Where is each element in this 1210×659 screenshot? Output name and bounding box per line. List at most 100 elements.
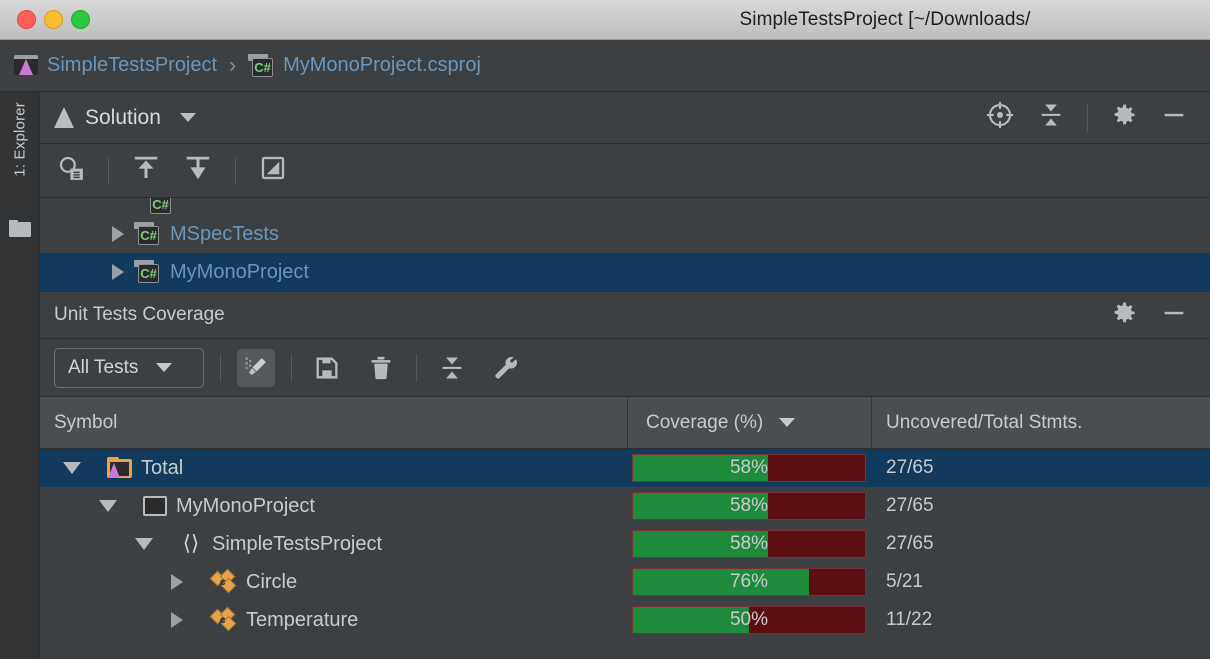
tree-row-mymonoproject[interactable]: C# MyMonoProject (40, 253, 1210, 291)
row-symbol-label: MyMonoProject (176, 495, 315, 518)
solution-tree: C# C# MSpecTests C# MyMonoProject (40, 198, 1210, 291)
cell-symbol: c Circle (40, 571, 628, 594)
export-snapshot-button[interactable] (308, 349, 346, 387)
hide-icon[interactable] (1160, 101, 1188, 134)
cell-symbol: c Temperature (40, 609, 628, 632)
expander-right-icon[interactable] (171, 574, 183, 590)
class-icon: c (211, 609, 237, 631)
solution-toolbar (40, 144, 1210, 198)
column-header-coverage[interactable]: Coverage (%) (628, 397, 872, 448)
breadcrumb-solution-label: SimpleTestsProject (47, 54, 217, 77)
left-tool-strip: 1: Explorer (0, 92, 40, 659)
cell-uncovered: 27/65 (872, 533, 1210, 555)
coverage-bar: 58% (632, 530, 866, 558)
main-area: Solution (40, 92, 1210, 659)
hide-icon[interactable] (1160, 299, 1188, 332)
chevron-down-icon[interactable] (180, 113, 196, 122)
coverage-bar: 76% (632, 568, 866, 596)
table-row[interactable]: Total 58% 27/65 (40, 449, 1210, 487)
expander-right-icon[interactable] (112, 226, 124, 242)
import-icon[interactable] (183, 153, 213, 188)
cell-coverage: 58% (628, 492, 872, 520)
expander-down-icon[interactable] (99, 500, 117, 512)
csharp-project-icon: C# (134, 222, 160, 246)
test-filter-dropdown[interactable]: All Tests (54, 348, 204, 388)
column-header-symbol[interactable]: Symbol (40, 397, 628, 448)
window-title: SimpleTestsProject [~/Downloads/ (0, 9, 1210, 31)
gear-icon[interactable] (1110, 101, 1138, 134)
locate-icon[interactable] (985, 100, 1015, 135)
divider (291, 354, 292, 382)
search-everywhere-icon[interactable] (56, 153, 86, 188)
divider (235, 157, 236, 185)
solution-folder-icon (107, 457, 132, 479)
expander-down-icon[interactable] (135, 538, 153, 550)
cell-uncovered: 11/22 (872, 609, 1210, 631)
chevron-down-icon (779, 418, 795, 427)
coverage-toolbar: All Tests (40, 339, 1210, 397)
tree-row-partial[interactable]: C# (40, 198, 1210, 215)
gear-icon[interactable] (1110, 299, 1138, 332)
csharp-project-icon: C# (146, 198, 172, 215)
expander-down-icon[interactable] (63, 462, 81, 474)
column-header-coverage-label: Coverage (%) (646, 412, 763, 434)
csharp-project-icon: C# (134, 260, 160, 284)
table-row[interactable]: MyMonoProject 58% 27/65 (40, 487, 1210, 525)
table-row[interactable]: c Circle 76% 5/21 (40, 563, 1210, 601)
breadcrumb: SimpleTestsProject › C# MyMonoProject.cs… (0, 40, 1210, 92)
divider (220, 354, 221, 382)
test-filter-label: All Tests (68, 357, 138, 379)
window-title-bar: SimpleTestsProject [~/Downloads/ (0, 0, 1210, 40)
collapse-all-button[interactable] (433, 349, 471, 387)
show-code-highlighting-button[interactable] (237, 349, 275, 387)
coverage-bar: 58% (632, 454, 866, 482)
column-header-uncovered-label: Uncovered/Total Stmts. (886, 412, 1082, 434)
row-symbol-label: Temperature (246, 609, 358, 632)
coverage-panel-title: Unit Tests Coverage (54, 304, 225, 326)
table-row[interactable]: ⟨⟩ SimpleTestsProject 58% 27/65 (40, 525, 1210, 563)
divider (1087, 104, 1088, 132)
cell-uncovered: 5/21 (872, 571, 1210, 593)
rider-ide-window: SimpleTestsProject [~/Downloads/ SimpleT… (0, 0, 1210, 659)
expander-right-icon[interactable] (171, 612, 183, 628)
settings-button[interactable] (487, 349, 525, 387)
solution-panel-title: Solution (85, 106, 161, 130)
breadcrumb-separator: › (229, 54, 236, 78)
coverage-table-header: Symbol Coverage (%) Uncovered/Total Stmt… (40, 397, 1210, 449)
collapse-all-icon[interactable] (1037, 101, 1065, 134)
breadcrumb-item-project[interactable]: C# MyMonoProject.csproj (248, 54, 481, 78)
breadcrumb-item-solution[interactable]: SimpleTestsProject (14, 54, 217, 77)
divider (416, 354, 417, 382)
table-row[interactable]: c Temperature 50% 11/22 (40, 601, 1210, 639)
folder-icon[interactable] (9, 220, 31, 237)
column-header-uncovered[interactable]: Uncovered/Total Stmts. (872, 397, 1210, 448)
expander-right-icon[interactable] (112, 264, 124, 280)
cell-coverage: 50% (628, 606, 872, 634)
coverage-panel-header: Unit Tests Coverage (40, 291, 1210, 339)
chevron-down-icon (156, 363, 172, 372)
solution-panel-header: Solution (40, 92, 1210, 144)
coverage-percent-label: 58% (633, 493, 865, 519)
class-icon: c (211, 571, 237, 593)
delete-snapshot-button[interactable] (362, 349, 400, 387)
solution-view-selector[interactable]: Solution (54, 106, 196, 130)
cell-coverage: 76% (628, 568, 872, 596)
tree-row-mspectests[interactable]: C# MSpecTests (40, 215, 1210, 253)
cell-symbol: ⟨⟩ SimpleTestsProject (40, 533, 628, 556)
coverage-percent-label: 58% (633, 455, 865, 481)
namespace-icon: ⟨⟩ (179, 533, 203, 555)
row-symbol-label: SimpleTestsProject (212, 533, 382, 556)
solution-icon (14, 55, 38, 77)
sidebar-item-explorer[interactable]: 1: Explorer (11, 102, 28, 177)
breadcrumb-project-label: MyMonoProject.csproj (283, 54, 481, 77)
assembly-icon (143, 496, 167, 516)
solution-prism-icon (54, 107, 74, 128)
coverage-bar: 58% (632, 492, 866, 520)
cell-uncovered: 27/65 (872, 495, 1210, 517)
column-header-symbol-label: Symbol (54, 412, 117, 434)
export-icon[interactable] (131, 153, 161, 188)
cell-coverage: 58% (628, 454, 872, 482)
coverage-bar: 50% (632, 606, 866, 634)
cell-uncovered: 27/65 (872, 457, 1210, 479)
expand-window-icon[interactable] (258, 153, 288, 188)
